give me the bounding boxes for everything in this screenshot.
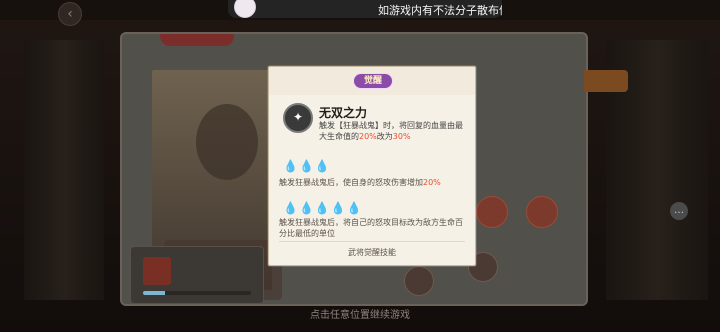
left-decoration bbox=[24, 40, 104, 300]
hero-card bbox=[130, 246, 264, 304]
hero-seal-icon bbox=[143, 257, 171, 285]
announcer-avatar-icon bbox=[234, 0, 256, 18]
skill-description: 触发【狂暴战鬼】时，将回复的血量由最大生命值的20%改为30% bbox=[319, 120, 465, 142]
portrait-face bbox=[196, 104, 258, 180]
skill-slot-icon[interactable] bbox=[476, 196, 508, 228]
back-button[interactable]: ‹ bbox=[58, 2, 82, 26]
right-tab-menu bbox=[584, 42, 628, 232]
skill-slot-icon[interactable] bbox=[526, 196, 558, 228]
hero-progress-fill bbox=[143, 291, 165, 295]
continue-hint[interactable]: 点击任意位置继续游戏 bbox=[0, 306, 720, 321]
tier-1-value: 20% bbox=[423, 178, 441, 187]
skill-desc-mid: 改为 bbox=[376, 132, 393, 141]
tab-item[interactable] bbox=[584, 156, 628, 178]
awaken-badge: 觉醒 bbox=[353, 73, 393, 89]
modal-divider bbox=[279, 241, 465, 242]
tier-1-effect: 触发狂暴战鬼后，使自身的怒攻伤害增加20% bbox=[279, 177, 463, 188]
hero-progress-bar bbox=[143, 291, 251, 295]
panel-banner bbox=[160, 34, 234, 46]
skill-desc-value-a: 20% bbox=[359, 132, 377, 141]
modal-footer: 武将觉醒技能 bbox=[348, 248, 396, 257]
skill-desc-value-b: 30% bbox=[392, 132, 411, 141]
skill-tooltip-modal: 觉醒 无双之力 触发【狂暴战鬼】时，将回复的血量由最大生命值的20%改为30% … bbox=[268, 66, 476, 266]
chat-bubble-icon[interactable]: … bbox=[670, 202, 688, 220]
skill-slot-icon[interactable] bbox=[404, 266, 434, 296]
tab-item[interactable] bbox=[584, 114, 628, 136]
tier-1-flames-icon: 💧💧💧 bbox=[283, 159, 331, 173]
marquee-text: 如游戏内有不法分子散布信 bbox=[378, 4, 502, 17]
skill-icon bbox=[283, 103, 313, 133]
tier-2-effect: 触发狂暴战鬼后，将自己的怒攻目标改为敌方生命百分比最低的单位 bbox=[279, 218, 463, 238]
tier-1-text: 触发狂暴战鬼后，使自身的怒攻伤害增加 bbox=[279, 178, 423, 187]
tab-active[interactable] bbox=[584, 70, 628, 92]
announcement-marquee: 如游戏内有不法分子散布信 bbox=[228, 0, 502, 18]
tier-2-flames-icon: 💧💧💧💧💧 bbox=[283, 201, 363, 215]
top-status-bar: ‹ 如游戏内有不法分子散布信 bbox=[0, 0, 720, 26]
tab-item[interactable] bbox=[584, 198, 628, 220]
skill-title: 无双之力 bbox=[319, 106, 368, 120]
